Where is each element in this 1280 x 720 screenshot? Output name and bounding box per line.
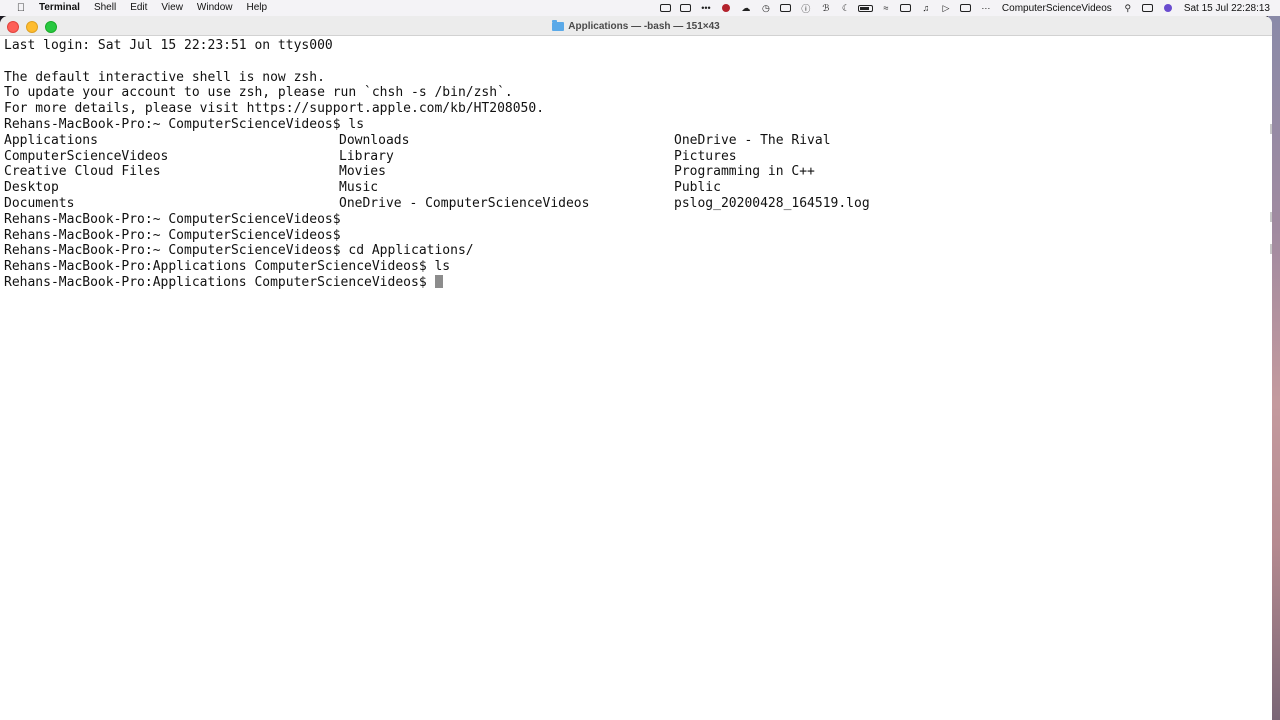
title-bar[interactable]: Applications — -bash — 151×43 <box>0 16 1272 36</box>
stage-manager-icon[interactable] <box>956 0 976 16</box>
terminal-line: Rehans-MacBook-Pro:~ ComputerScienceVide… <box>4 227 341 243</box>
ls-output: Applications Downloads OneDrive - The Ri… <box>4 133 1272 212</box>
siri-icon[interactable] <box>1158 0 1178 16</box>
scroll-marker <box>1270 212 1272 222</box>
ls-entry: Downloads <box>339 132 410 148</box>
ls-entry: pslog_20200428_164519.log <box>674 195 870 211</box>
info-icon[interactable]: ⓘ <box>796 0 816 16</box>
focus-moon-icon[interactable]: ☾ <box>836 0 856 16</box>
terminal-line: To update your account to use zsh, pleas… <box>4 85 513 101</box>
volume-icon[interactable]: ♫ <box>916 0 936 16</box>
menu-shell[interactable]: Shell <box>87 0 123 16</box>
battery-icon[interactable] <box>856 0 876 16</box>
menu-edit[interactable]: Edit <box>123 0 154 16</box>
spaces-icon[interactable]: ⋯ <box>976 0 996 16</box>
more-dots-icon[interactable]: ••• <box>696 0 716 16</box>
screen-mirroring-icon[interactable] <box>896 0 916 16</box>
ls-entry: Applications <box>4 132 98 148</box>
cloud-icon[interactable]: ☁ <box>736 0 756 16</box>
scroll-marker <box>1270 124 1272 134</box>
ls-entry: Music <box>339 180 379 196</box>
menu-clock[interactable]: Sat 15 Jul 22:28:13 <box>1178 3 1280 14</box>
play-icon[interactable]: ▷ <box>936 0 956 16</box>
terminal-line: For more details, please visit https://s… <box>4 101 545 117</box>
bluetooth-icon[interactable]: ℬ <box>816 0 836 16</box>
user-name[interactable]: ComputerScienceVideos <box>996 3 1118 14</box>
scroll-marker <box>1270 244 1272 254</box>
menu-help[interactable]: Help <box>240 0 275 16</box>
ls-entry: Library <box>339 148 394 164</box>
display-icon[interactable] <box>656 0 676 16</box>
folder-icon <box>552 19 565 31</box>
menu-window[interactable]: Window <box>190 0 240 16</box>
terminal-prompt-line[interactable]: Rehans-MacBook-Pro:Applications Computer… <box>4 274 1272 291</box>
menu-bar:  Terminal Shell Edit View Window Help •… <box>0 0 1280 16</box>
ls-entry: Programming in C++ <box>674 164 815 180</box>
ls-entry: Public <box>674 180 721 196</box>
terminal-line: The default interactive shell is now zsh… <box>4 69 325 85</box>
window-title-text: Applications — -bash — 151×43 <box>568 20 720 32</box>
apple-menu-icon[interactable]:  <box>10 2 32 14</box>
terminal-line: Rehans-MacBook-Pro:~ ComputerScienceVide… <box>4 243 474 259</box>
terminal-prompt: Rehans-MacBook-Pro:Applications Computer… <box>4 274 435 290</box>
terminal-line: Rehans-MacBook-Pro:~ ComputerScienceVide… <box>4 116 365 132</box>
terminal-line: Rehans-MacBook-Pro:Applications Computer… <box>4 259 451 275</box>
screen-record-icon[interactable] <box>676 0 696 16</box>
menu-app-terminal[interactable]: Terminal <box>32 0 87 16</box>
terminal-line: Rehans-MacBook-Pro:~ ComputerScienceVide… <box>4 211 341 227</box>
ls-entry: Documents <box>4 195 75 211</box>
text-cursor <box>435 274 444 288</box>
ls-entry: Creative Cloud Files <box>4 164 161 180</box>
ls-entry: OneDrive - ComputerScienceVideos <box>339 195 590 211</box>
control-center-icon[interactable] <box>1138 0 1158 16</box>
ls-entry: Movies <box>339 164 386 180</box>
window-title: Applications — -bash — 151×43 <box>0 16 1272 36</box>
messages-icon[interactable] <box>776 0 796 16</box>
cherry-icon[interactable] <box>716 0 736 16</box>
time-machine-icon[interactable]: ◷ <box>756 0 776 16</box>
terminal-output[interactable]: Last login: Sat Jul 15 22:23:51 on ttys0… <box>0 36 1272 720</box>
ls-entry: Pictures <box>674 148 737 164</box>
terminal-window: Applications — -bash — 151×43 Last login… <box>0 16 1272 720</box>
terminal-line: Last login: Sat Jul 15 22:23:51 on ttys0… <box>4 38 333 53</box>
ls-entry: ComputerScienceVideos <box>4 148 169 164</box>
wifi-icon[interactable]: ≈ <box>876 0 896 16</box>
ls-entry: Desktop <box>4 180 59 196</box>
menu-view[interactable]: View <box>154 0 190 16</box>
search-icon[interactable]: ⚲ <box>1118 0 1138 16</box>
ls-entry: OneDrive - The Rival <box>674 132 831 148</box>
